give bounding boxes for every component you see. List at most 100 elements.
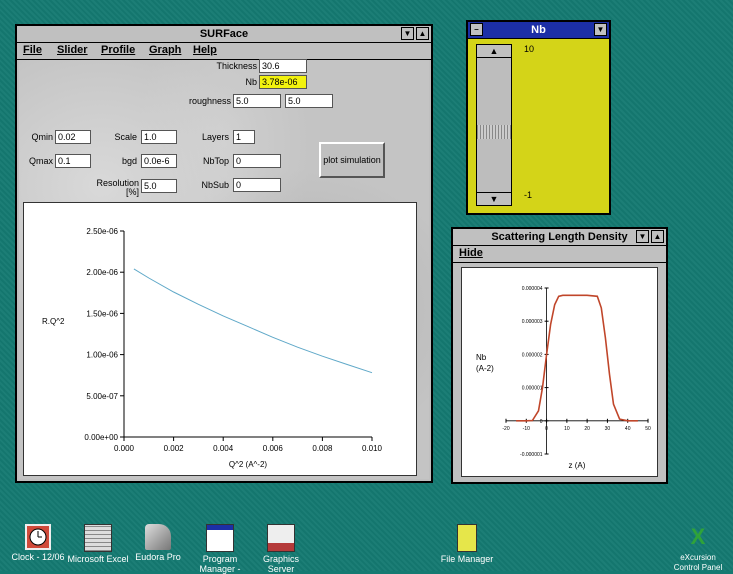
x-tick-label: 0.002 [164, 444, 185, 453]
x-tick-label: 0 [545, 426, 548, 432]
menu-slider[interactable]: Slider [57, 44, 88, 56]
program-manager-label: Program Manager - [199, 554, 241, 574]
y-axis-label: R.Q^2 [42, 317, 65, 326]
menu-hide[interactable]: Hide [459, 247, 483, 259]
thickness-label: Thickness [216, 61, 257, 71]
excursion-label: eXcursion Control Panel [673, 553, 723, 572]
y-tick-label: 0.000003 [522, 319, 543, 325]
scale-field[interactable]: 1.0 [141, 130, 177, 144]
clock-label: Clock - 12/06 [11, 552, 65, 562]
y-axis-label: (A-2) [476, 364, 494, 373]
x-tick-label: 50 [645, 426, 651, 432]
graphics-server-icon [267, 524, 295, 552]
sld-titlebar[interactable]: Scattering Length Density ▼ ▲ [453, 229, 666, 246]
nb-field[interactable]: 3.78e-06 [259, 75, 307, 89]
qmax-label: Qmax [28, 156, 53, 166]
nb-label: Nb [245, 77, 257, 87]
nb-min-label: -1 [524, 190, 533, 200]
y-tick-label: 0 [540, 419, 543, 425]
reflectivity-curve [133, 268, 373, 374]
y-tick-label: 2.00e-06 [86, 268, 118, 277]
y-tick-label: 5.00e-07 [86, 392, 118, 401]
y-tick-label: 0.00e+00 [84, 433, 118, 442]
graphics-server-label: Graphics Server [262, 554, 299, 574]
y-axis-label: Nb [476, 353, 487, 362]
nbsub-label: NbSub [201, 180, 229, 190]
nb-titlebar[interactable]: Nb – ▼ [468, 22, 609, 39]
nb-system-menu[interactable]: – [470, 23, 483, 36]
file-manager-icon [457, 524, 477, 552]
window-title: SURFace [199, 28, 249, 40]
roughness-field-1[interactable]: 5.0 [233, 94, 281, 108]
sld-menubar: Hide [453, 246, 666, 263]
sld-window: Scattering Length Density ▼ ▲ Hide 0.000… [451, 227, 668, 484]
reflectivity-chart: 0.00e+00 5.00e-07 1.00e-06 1.50e-06 2.00e-06… [42, 227, 383, 469]
roughness-field-2[interactable]: 5.0 [285, 94, 333, 108]
slider-thumb[interactable] [477, 125, 511, 139]
excel-icon [84, 524, 112, 552]
menu-profile[interactable]: Profile [101, 44, 135, 56]
clock-icon [25, 524, 51, 550]
x-axis-label: Q^2 (A^-2) [229, 460, 268, 469]
sld-minimize-button[interactable]: ▼ [636, 230, 649, 243]
scroll-up-icon[interactable]: ▲ [477, 45, 511, 58]
nbtop-field[interactable]: 0 [233, 154, 281, 168]
x-tick-label: -20 [502, 426, 509, 432]
program-manager-icon [206, 524, 234, 552]
x-tick-label: 0.008 [312, 444, 333, 453]
nb-window-title: Nb [531, 24, 546, 36]
menu-graph[interactable]: Graph [149, 44, 181, 56]
qmin-field[interactable]: 0.02 [55, 130, 91, 144]
x-tick-label: 0.010 [362, 444, 383, 453]
sld-plot: 0.000004 0.000003 0.000002 0.000001 0 -0.0000… [461, 267, 658, 477]
x-tick-label: 0.004 [213, 444, 234, 453]
nb-max-label: 10 [524, 44, 535, 54]
menu-help[interactable]: Help [193, 44, 217, 56]
file-manager-launcher[interactable]: File Manager [432, 524, 502, 564]
sld-window-title: Scattering Length Density [491, 231, 628, 243]
eudora-launcher[interactable]: Eudora Pro [123, 524, 193, 562]
x-tick-label: 30 [605, 426, 611, 432]
bgd-field[interactable]: 0.0e-6 [141, 154, 177, 168]
y-tick-label: 2.50e-06 [86, 227, 118, 236]
menubar: File Slider Profile Graph Help [17, 43, 431, 60]
y-tick-label: 1.50e-06 [86, 309, 118, 318]
graphics-server-launcher[interactable]: Graphics Server [246, 524, 316, 574]
sld-maximize-button[interactable]: ▲ [651, 230, 664, 243]
nb-scrollbar[interactable]: ▲ ▼ [476, 44, 512, 206]
nb-minimize-button[interactable]: ▼ [594, 23, 607, 36]
qmax-field[interactable]: 0.1 [55, 154, 91, 168]
x-tick-label: -10 [523, 426, 530, 432]
plot-simulation-button[interactable]: plot simulation [319, 142, 385, 178]
y-tick-label: -0.000001 [520, 452, 543, 458]
sld-chart: 0.000004 0.000003 0.000002 0.000001 0 -0.0000… [476, 286, 651, 470]
nbsub-field[interactable]: 0 [233, 178, 281, 192]
surface-titlebar[interactable]: SURFace ▼ ▲ [17, 26, 431, 43]
excursion-launcher[interactable]: X eXcursion Control Panel [663, 524, 733, 572]
menu-file[interactable]: File [23, 44, 42, 56]
surface-window: SURFace ▼ ▲ File Slider Profile Graph He… [15, 24, 433, 483]
nb-slider-window: Nb – ▼ ▲ ▼ 10 -1 [466, 20, 611, 215]
scale-label: Scale [114, 132, 137, 142]
qmin-label: Qmin [31, 132, 53, 142]
maximize-button[interactable]: ▲ [416, 27, 429, 40]
excursion-icon: X [690, 524, 706, 549]
program-manager-launcher[interactable]: Program Manager - [185, 524, 255, 574]
excel-label: Microsoft Excel [67, 554, 129, 564]
y-tick-label: 0.000002 [522, 352, 543, 358]
x-tick-label: 40 [625, 426, 631, 432]
x-tick-label: 20 [584, 426, 590, 432]
thickness-field[interactable]: 30.6 [259, 59, 307, 73]
x-axis-label: z (A) [569, 461, 586, 470]
layers-label: Layers [201, 132, 229, 142]
x-tick-label: 10 [564, 426, 570, 432]
layers-field[interactable]: 1 [233, 130, 255, 144]
resolution-field[interactable]: 5.0 [141, 179, 177, 193]
y-tick-label: 0.000004 [522, 286, 543, 292]
eudora-icon [145, 524, 171, 550]
scroll-down-icon[interactable]: ▼ [477, 192, 511, 205]
nbtop-label: NbTop [202, 156, 229, 166]
y-tick-label: 0.000001 [522, 386, 543, 392]
file-manager-label: File Manager [440, 554, 494, 564]
minimize-button[interactable]: ▼ [401, 27, 414, 40]
